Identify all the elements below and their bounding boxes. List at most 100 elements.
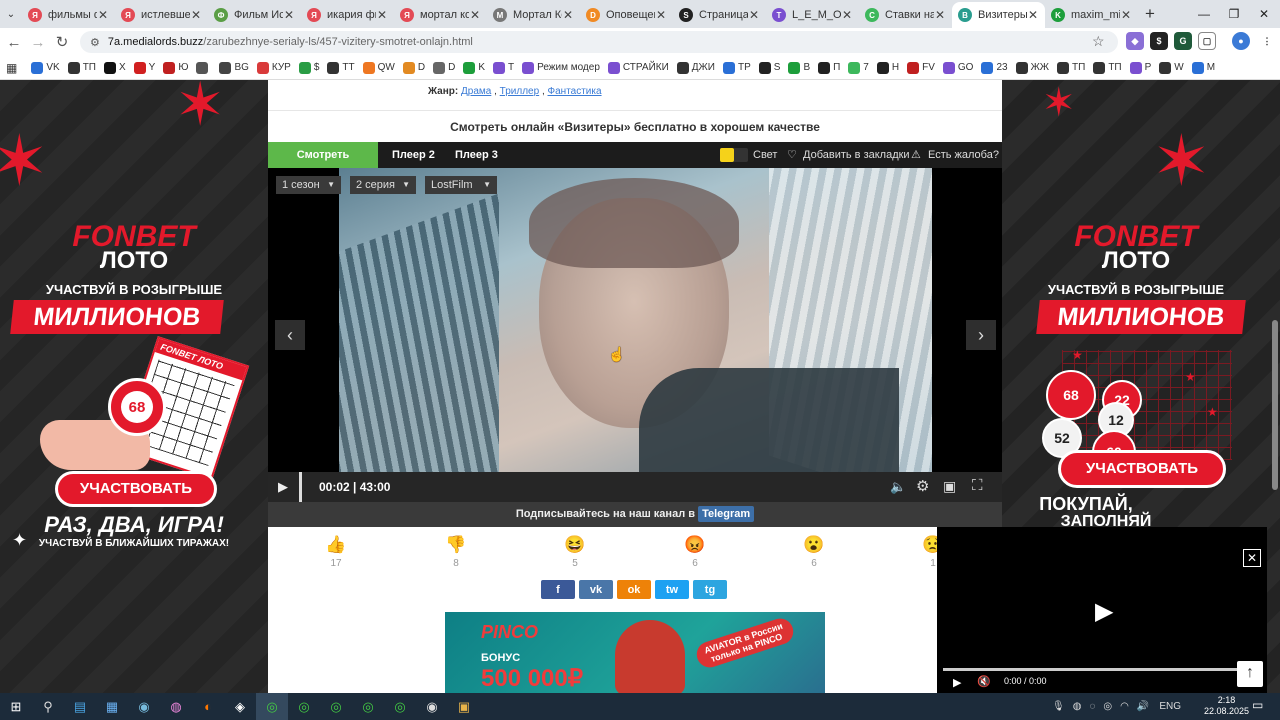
bookmark-item[interactable]: ЖЖ xyxy=(1015,61,1049,74)
bookmark-item[interactable]: Ю xyxy=(163,61,188,74)
forward-icon[interactable]: → xyxy=(26,34,50,51)
big-play-icon[interactable]: ▶ xyxy=(1095,597,1113,626)
minimize-button[interactable]: — xyxy=(1188,0,1220,28)
browser-tab[interactable]: Яфильмы фан✕ xyxy=(22,2,115,28)
next-episode-arrow-icon[interactable]: › xyxy=(966,320,996,350)
tab-close-icon[interactable]: ✕ xyxy=(97,8,109,22)
share-button-vk[interactable]: vk xyxy=(579,580,613,599)
pip-icon[interactable]: ▣ xyxy=(943,478,956,495)
bookmark-item[interactable]: 23 xyxy=(981,61,1008,74)
tab-player-2[interactable]: Плеер 2 xyxy=(380,142,447,168)
notifications-icon[interactable]: ▭ xyxy=(1252,698,1263,712)
browser-tab[interactable]: D Оповещени✕ xyxy=(580,2,673,28)
taskbar-app-icon[interactable]: ▣ xyxy=(448,693,480,720)
bookmark-item[interactable]: П xyxy=(818,61,840,74)
bookmark-item[interactable]: BG xyxy=(219,61,249,74)
bookmark-star-icon[interactable]: ☆ xyxy=(1092,33,1105,50)
bookmark-item[interactable]: Y xyxy=(133,61,155,74)
bookmark-item[interactable]: В xyxy=(788,61,810,74)
bookmark-item[interactable]: ТП xyxy=(1093,61,1122,74)
browser-tab[interactable]: Kmaxim_mixe✕ xyxy=(1045,2,1138,28)
bookmark-item[interactable]: FV xyxy=(907,61,935,74)
pinco-ad-banner[interactable]: PINCO БОНУС 500 000₽ AVIATOR в России то… xyxy=(445,612,825,693)
mini-progress[interactable] xyxy=(943,668,1239,671)
search-icon[interactable]: ⚲ xyxy=(32,693,64,720)
tab-close-icon[interactable]: ✕ xyxy=(469,8,481,22)
left-ad-banner[interactable]: ✶ ✶ ✦ FONBET ЛОТО УЧАСТВУЙ В РОЗЫГРЫШЕ М… xyxy=(0,80,268,693)
bookmark-item[interactable]: T xyxy=(493,61,514,74)
share-button-ok[interactable]: ok xyxy=(617,580,651,599)
genre-link[interactable]: Драма xyxy=(461,86,491,97)
season-select[interactable]: 1 сезон ▼ xyxy=(276,176,341,194)
mini-play-icon[interactable]: ▶ xyxy=(953,676,961,689)
volume-icon[interactable]: 🔈 xyxy=(890,479,906,495)
browser-tab[interactable]: Яистлевшее✕ xyxy=(115,2,208,28)
left-ad-cta-button[interactable]: УЧАСТВОВАТЬ xyxy=(55,471,217,507)
bookmark-item[interactable] xyxy=(196,61,211,74)
wifi-icon[interactable]: ◠ xyxy=(1120,701,1129,712)
light-toggle[interactable] xyxy=(720,148,748,162)
bookmark-item[interactable]: GO xyxy=(942,61,973,74)
taskbar-app-icon[interactable]: ◍ xyxy=(160,693,192,720)
extension-icon[interactable]: $ xyxy=(1150,32,1168,50)
bookmark-item[interactable]: ДЖИ xyxy=(676,61,715,74)
bookmark-item[interactable]: D xyxy=(433,61,455,74)
close-icon[interactable]: ✕ xyxy=(1243,549,1261,567)
page-scrollbar[interactable] xyxy=(1272,320,1278,490)
mic-icon[interactable]: 🎙 xyxy=(1052,701,1065,712)
chrome-icon[interactable]: ◎ xyxy=(256,693,288,720)
tab-close-icon[interactable]: ✕ xyxy=(562,8,574,22)
fullscreen-icon[interactable]: ⛶ xyxy=(972,477,983,494)
taskbar-app-icon[interactable]: ▤ xyxy=(64,693,96,720)
chrome-icon[interactable]: ◎ xyxy=(288,693,320,720)
back-icon[interactable]: ← xyxy=(2,34,26,51)
reaction-button[interactable]: 😮 6 xyxy=(794,535,834,569)
tab-close-icon[interactable]: ✕ xyxy=(190,8,202,22)
tab-search-chevron-icon[interactable]: ⌄ xyxy=(0,0,22,28)
prev-episode-arrow-icon[interactable]: ‹ xyxy=(275,320,305,350)
profile-avatar[interactable]: ● xyxy=(1232,32,1250,50)
bookmark-item[interactable]: QW xyxy=(362,61,395,74)
taskbar-app-icon[interactable]: ▦ xyxy=(96,693,128,720)
obs-icon[interactable]: ◉ xyxy=(416,693,448,720)
bookmark-item[interactable]: М xyxy=(1191,61,1215,74)
reaction-button[interactable]: 👎 8 xyxy=(436,535,476,569)
share-button-f[interactable]: f xyxy=(541,580,575,599)
warning-icon[interactable]: ⚠ xyxy=(911,142,921,168)
bookmark-item[interactable]: Н xyxy=(876,61,899,74)
bookmark-item[interactable]: СТРАЙКИ xyxy=(607,61,669,74)
site-info-icon[interactable]: ⚙ xyxy=(90,36,100,49)
bookmark-item[interactable]: Режим модер xyxy=(522,61,600,74)
tab-player-3[interactable]: Плеер 3 xyxy=(443,142,510,168)
restore-button[interactable]: ❐ xyxy=(1218,0,1250,28)
tab-close-icon[interactable]: ✕ xyxy=(1027,8,1039,22)
mini-mute-icon[interactable]: 🔇 xyxy=(977,675,991,688)
video-frame[interactable] xyxy=(339,168,932,472)
chrome-icon[interactable]: ◎ xyxy=(320,693,352,720)
bookmark-item[interactable]: ТТ xyxy=(327,61,355,74)
tab-close-icon[interactable]: ✕ xyxy=(655,8,667,22)
extension-icon[interactable]: G xyxy=(1174,32,1192,50)
bookmark-item[interactable]: КУР xyxy=(256,61,291,74)
url-field[interactable]: ⚙ 7a.medialords.buzz/zarubezhnye-serialy… xyxy=(80,31,1118,53)
video-player[interactable]: 1 сезон ▼ 2 серия ▼ LostFilm ▼ ‹ › ☝ ▶ 00:0… xyxy=(268,168,1002,527)
complaint-link[interactable]: Есть жалоба? xyxy=(928,142,999,168)
bookmark-item[interactable]: K xyxy=(463,61,485,74)
tab-close-icon[interactable]: ✕ xyxy=(376,8,388,22)
reload-icon[interactable]: ↻ xyxy=(50,33,74,51)
tray-icon[interactable]: ◎ xyxy=(1103,701,1112,712)
floating-mini-player[interactable]: ✕ ▶ ▶ 🔇 0:00 / 0:00 xyxy=(937,527,1267,693)
bookmark-item[interactable]: ТП xyxy=(67,61,96,74)
tray-icon[interactable]: ◍ xyxy=(1073,701,1082,712)
bookmark-item[interactable]: W xyxy=(1159,61,1184,74)
add-bookmark-link[interactable]: Добавить в закладки xyxy=(803,142,910,168)
chrome-icon[interactable]: ◎ xyxy=(384,693,416,720)
episode-select[interactable]: 2 серия ▼ xyxy=(350,176,416,194)
tab-watch-online[interactable]: Смотреть онлайн xyxy=(268,142,378,187)
telegram-link[interactable]: Telegram xyxy=(698,506,755,522)
apps-grid-icon[interactable]: ▦ xyxy=(6,61,17,75)
genre-link[interactable]: Триллер xyxy=(500,86,540,97)
browser-tab[interactable]: М Мортал Ком✕ xyxy=(487,2,580,28)
bookmark-item[interactable]: S xyxy=(758,61,780,74)
reaction-button[interactable]: 👍 17 xyxy=(316,535,356,569)
